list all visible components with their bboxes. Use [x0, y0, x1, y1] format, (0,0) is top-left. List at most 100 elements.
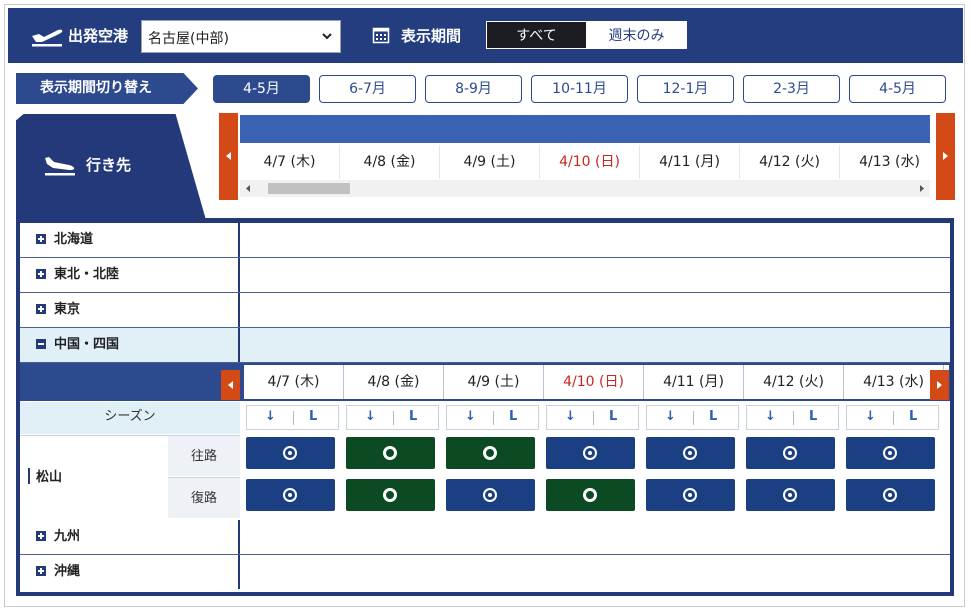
season-divider — [793, 411, 794, 425]
limited-dot-icon — [783, 488, 797, 502]
date-header-cell: 4/13 (水) — [844, 365, 944, 399]
collapse-icon[interactable] — [36, 339, 46, 349]
region-row-1[interactable]: 東北・北陸 — [20, 258, 950, 293]
display-period-label: 表示期間 — [401, 27, 462, 45]
scroll-left-button[interactable] — [219, 113, 238, 200]
season-divider — [593, 411, 594, 425]
season-level: L — [409, 409, 418, 424]
expand-icon[interactable] — [36, 566, 46, 576]
return-flight-cell[interactable] — [746, 479, 835, 511]
date-header-cell: 4/8 (金) — [344, 365, 444, 399]
chevron-down-icon — [322, 33, 332, 40]
season-cell: ↓ L — [546, 405, 639, 430]
airplane-takeoff-icon — [32, 29, 63, 47]
date-header-cell: 4/11 (月) — [640, 145, 740, 179]
scrollbar-thumb[interactable] — [268, 183, 350, 194]
outbound-flight-cell[interactable] — [646, 437, 735, 469]
season-level: L — [709, 409, 718, 424]
period-month-button[interactable]: 4-5月 — [213, 75, 310, 103]
region-name: 沖縄 — [54, 564, 81, 579]
region-row-5[interactable]: 沖縄 — [20, 555, 950, 590]
season-divider — [493, 411, 494, 425]
expand-icon[interactable] — [36, 531, 46, 541]
period-month-button[interactable]: 6-7月 — [319, 75, 416, 103]
search-bar: 出発空港 名古屋(中部) 表示期間 すべて 週末のみ — [8, 8, 963, 63]
region-row-2[interactable]: 東京 — [20, 293, 950, 328]
region-row-0[interactable]: 北海道 — [20, 223, 950, 258]
period-month-button[interactable]: 8-9月 — [425, 75, 522, 103]
down-arrow-icon: ↓ — [365, 409, 376, 424]
region-row-4[interactable]: 九州 — [20, 520, 950, 555]
season-label: シーズン — [20, 402, 240, 434]
outbound-flight-cell[interactable] — [746, 437, 835, 469]
date-header-cell: 4/10 (日) — [544, 365, 644, 399]
return-flight-cell[interactable] — [546, 479, 635, 511]
expand-icon[interactable] — [36, 304, 46, 314]
inner-scroll-left-button[interactable] — [221, 370, 240, 400]
season-cell: ↓ L — [846, 405, 939, 430]
season-divider — [693, 411, 694, 425]
season-level: L — [309, 409, 318, 424]
limited-dot-icon — [683, 446, 697, 460]
outbound-flight-cell[interactable] — [546, 437, 635, 469]
date-header-cell: 4/9 (土) — [440, 145, 540, 179]
date-header-cell: 4/11 (月) — [644, 365, 744, 399]
season-level: L — [509, 409, 518, 424]
caret-right-icon — [943, 152, 948, 160]
city-name-text: 松山 — [36, 470, 63, 485]
return-flight-cell[interactable] — [646, 479, 735, 511]
down-arrow-icon: ↓ — [665, 409, 676, 424]
down-arrow-icon: ↓ — [465, 409, 476, 424]
scroll-left-small-icon — [246, 185, 250, 192]
period-month-button[interactable]: 2-3月 — [743, 75, 840, 103]
return-flight-cell[interactable] — [346, 479, 435, 511]
return-label: 復路 — [168, 477, 240, 518]
departure-airport-select[interactable]: 名古屋(中部) — [141, 20, 341, 53]
region-name-cell[interactable]: 九州 — [20, 520, 240, 554]
scroll-right-button[interactable] — [936, 113, 955, 200]
season-cell: ↓ L — [346, 405, 439, 430]
region-name-cell[interactable]: 東北・北陸 — [20, 258, 240, 292]
date-header-cell: 4/7 (木) — [240, 145, 340, 179]
airport-select-value: 名古屋(中部) — [148, 31, 229, 47]
return-flight-cell[interactable] — [446, 479, 535, 511]
period-month-button[interactable]: 10-11月 — [531, 75, 628, 103]
return-flight-cell[interactable] — [846, 479, 935, 511]
horizontal-scrollbar[interactable] — [240, 180, 930, 197]
period-month-button[interactable]: 12-1月 — [637, 75, 734, 103]
expand-icon[interactable] — [36, 234, 46, 244]
available-circle-icon — [483, 446, 497, 460]
outbound-flight-cell[interactable] — [446, 437, 535, 469]
outbound-flight-cell[interactable] — [346, 437, 435, 469]
limited-dot-icon — [283, 446, 297, 460]
return-flight-cell[interactable] — [246, 479, 335, 511]
region-name-cell[interactable]: 東京 — [20, 293, 240, 327]
segment-all-button[interactable]: すべて — [486, 21, 586, 49]
region-row-3[interactable]: 中国・四国 — [20, 328, 950, 363]
down-arrow-icon: ↓ — [565, 409, 576, 424]
period-month-button[interactable]: 4-5月 — [849, 75, 946, 103]
limited-dot-icon — [883, 488, 897, 502]
segment-weekend-button[interactable]: 週末のみ — [586, 21, 687, 49]
region-name-cell[interactable]: 沖縄 — [20, 555, 240, 589]
down-arrow-icon: ↓ — [765, 409, 776, 424]
date-header-cell: 4/13 (水) — [840, 145, 930, 179]
date-header-band — [240, 115, 930, 143]
destination-header-label: 行き先 — [86, 156, 132, 174]
region-name-cell[interactable]: 北海道 — [20, 223, 240, 257]
date-header-cell: 4/12 (火) — [740, 145, 840, 179]
season-row: シーズン ↓ L ↓ L ↓ L ↓ L ↓ L ↓ L ↓ L — [20, 402, 950, 434]
outbound-flight-cell[interactable] — [246, 437, 335, 469]
season-cell: ↓ L — [446, 405, 539, 430]
inner-scroll-right-button[interactable] — [930, 370, 949, 400]
season-divider — [293, 411, 294, 425]
city-marker — [28, 468, 30, 484]
available-circle-icon — [383, 488, 397, 502]
region-name-cell[interactable]: 中国・四国 — [20, 328, 240, 362]
scroll-right-small-icon — [920, 185, 924, 192]
calendar-icon — [372, 27, 390, 44]
available-circle-icon — [383, 446, 397, 460]
limited-dot-icon — [683, 488, 697, 502]
expand-icon[interactable] — [36, 269, 46, 279]
outbound-flight-cell[interactable] — [846, 437, 935, 469]
